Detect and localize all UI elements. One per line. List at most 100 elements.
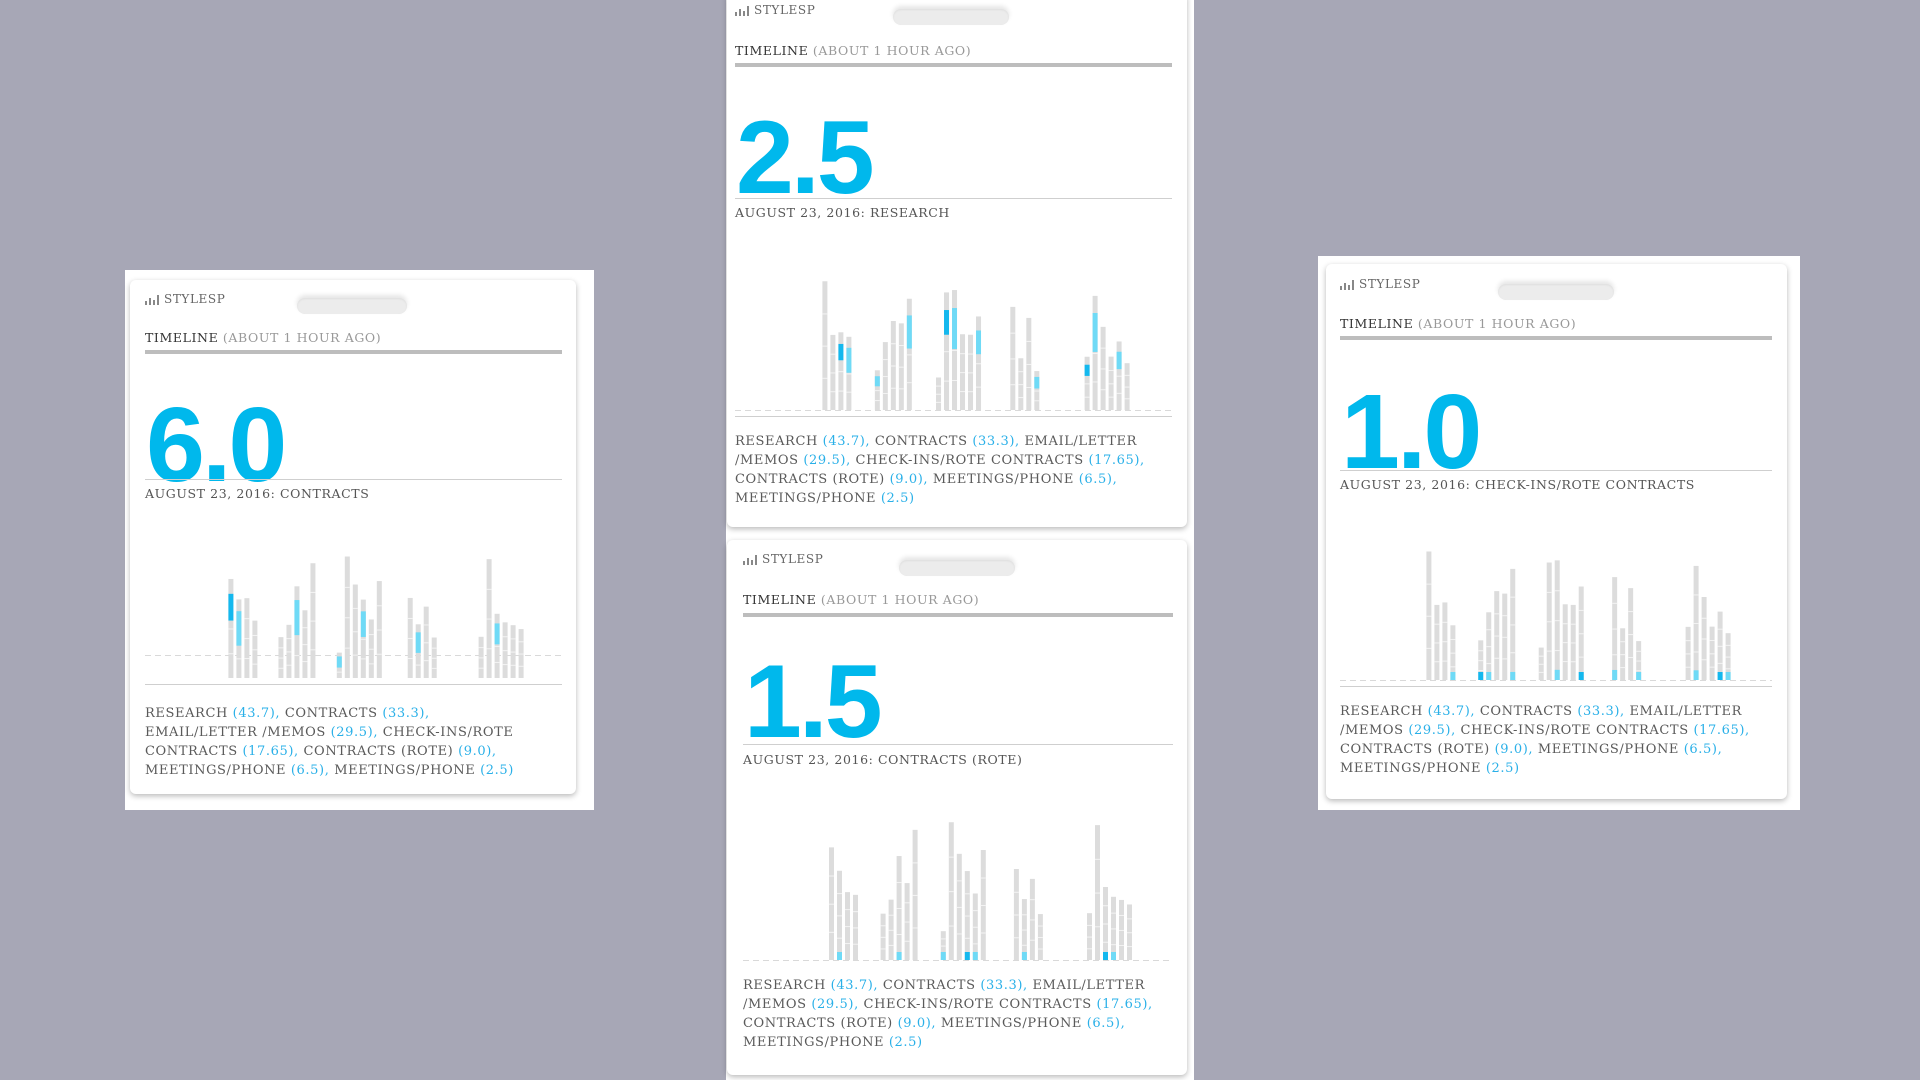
- bar-segment-gap: [278, 667, 284, 669]
- bar-segment-gap: [1620, 654, 1626, 656]
- legend-value: (6.5),: [290, 763, 330, 778]
- drag-handle[interactable]: [899, 560, 1015, 576]
- bar-segment-gap: [244, 658, 250, 660]
- bar-segment-gap: [1685, 653, 1691, 655]
- bar-segment-gap: [888, 944, 894, 946]
- drag-handle[interactable]: [1498, 284, 1614, 300]
- legend-category: EMAIL/LETTER /MEMOS: [145, 725, 331, 740]
- legend-value: (2.5): [480, 763, 514, 778]
- legend-value: (2.5): [888, 1035, 923, 1050]
- timeline-bar-highlight: [906, 315, 912, 349]
- bar-segment-gap: [1562, 661, 1568, 663]
- timeline-bar: [822, 281, 828, 410]
- bar-segment-gap: [236, 658, 242, 660]
- legend-category: MEETINGS/PHONE: [334, 763, 481, 778]
- bar-segment-gap: [882, 393, 888, 395]
- bar-segment-gap: [1442, 660, 1448, 662]
- brand: STYLESP: [743, 552, 823, 566]
- timeline-bar-highlight: [874, 376, 880, 387]
- bar-segment-gap: [896, 934, 902, 936]
- bar-chart-icon: [145, 294, 159, 305]
- date-label: AUGUST 23, 2016: CHECK-INS/ROTE CONTRACT…: [1340, 477, 1695, 492]
- bar-segment-gap: [510, 664, 516, 666]
- bar-segment-gap: [956, 880, 962, 882]
- bar-segment-gap: [968, 372, 974, 374]
- timeline-bar-highlight: [1693, 670, 1699, 680]
- bar-segment-gap: [1502, 615, 1508, 617]
- timeline-bar: [1100, 326, 1106, 410]
- legend-value: (33.3),: [972, 434, 1020, 449]
- bar-segment-gap: [1119, 929, 1124, 931]
- legend-category: CONTRACTS (ROTE): [1340, 742, 1495, 757]
- bar-segment-gap: [1725, 644, 1731, 646]
- bar-segment-gap: [1450, 652, 1456, 654]
- brand-label: STYLESP: [762, 552, 824, 566]
- legend-category: CONTRACTS: [874, 434, 973, 449]
- bar-segment-gap: [1108, 369, 1114, 371]
- timeline-bar: [829, 847, 834, 960]
- bar-segment-gap: [1124, 386, 1130, 388]
- bar-segment-gap: [1100, 389, 1106, 391]
- timeline-bar: [376, 581, 382, 678]
- bar-segment-gap: [880, 936, 886, 938]
- bar-segment-gap: [960, 353, 966, 355]
- bar-segment-gap: [486, 588, 492, 590]
- bar-segment-gap: [1578, 656, 1584, 658]
- bar-segment-gap: [1612, 602, 1618, 604]
- timeline-bar: [1103, 886, 1108, 960]
- timeline-bar-highlight: [837, 952, 842, 960]
- timeline-bar-highlight: [976, 330, 982, 355]
- bar-segment-gap: [1087, 948, 1092, 950]
- timeline-bar-highlight: [228, 593, 234, 621]
- bar-segment-gap: [980, 905, 986, 907]
- timeline-heading: TIMELINE (ABOUT 1 HOUR AGO): [735, 43, 971, 58]
- bar-segment-gap: [837, 937, 842, 939]
- bar-segment-gap: [1084, 396, 1090, 398]
- bar-segment-gap: [1127, 946, 1132, 948]
- bar-chart-icon: [735, 5, 749, 16]
- bar-segment-gap: [1578, 633, 1584, 635]
- bar-segment-gap: [344, 586, 350, 588]
- bar-segment-gap: [1450, 666, 1456, 668]
- bar-segment-gap: [880, 948, 886, 950]
- bar-segment-gap: [376, 605, 382, 607]
- bar-segment-gap: [286, 651, 292, 653]
- divider: [735, 198, 1172, 199]
- timeline-bar-highlight: [1554, 669, 1560, 680]
- divider: [145, 350, 562, 354]
- timeline-bar: [344, 556, 350, 678]
- bar-segment-gap: [294, 655, 300, 657]
- bar-segment-gap: [494, 645, 500, 647]
- bar-segment-gap: [890, 343, 896, 345]
- bar-segment-gap: [1510, 596, 1516, 598]
- bar-segment-gap: [344, 647, 350, 649]
- drag-handle[interactable]: [893, 9, 1009, 25]
- bar-segment-gap: [252, 634, 258, 636]
- timeline-bar-highlight: [1103, 952, 1108, 960]
- bar-segment-gap: [368, 663, 374, 665]
- big-value: 1.5: [744, 644, 883, 760]
- legend-value: (33.3),: [382, 706, 430, 721]
- bar-segment-gap: [1486, 646, 1492, 648]
- timeline-bar-highlight: [1486, 672, 1492, 680]
- drag-handle[interactable]: [297, 298, 407, 314]
- legend-category: CHECK-INS/ROTE CONTRACTS: [1460, 723, 1694, 738]
- widget-check-ins: STYLESP TIMELINE (ABOUT 1 HOUR AGO) 1.0 …: [1326, 264, 1787, 799]
- bar-segment-gap: [1111, 912, 1116, 914]
- bar-segment-gap: [1034, 390, 1040, 392]
- timeline-bar-highlight: [1725, 672, 1731, 680]
- bar-segment-gap: [948, 856, 954, 858]
- bar-segment-gap: [1538, 671, 1544, 673]
- bar-segment-gap: [1018, 384, 1024, 386]
- bar-segment-gap: [1037, 948, 1043, 950]
- timeline-label: TIMELINE: [145, 330, 219, 345]
- bar-segment-gap: [502, 664, 508, 666]
- legend-value: (17.65),: [242, 744, 299, 759]
- bar-segment-gap: [976, 386, 982, 388]
- timeline-bar: [368, 619, 374, 678]
- timeline-heading: TIMELINE (ABOUT 1 HOUR AGO): [743, 592, 979, 607]
- bar-segment-gap: [1538, 663, 1544, 665]
- bar-segment-gap: [1486, 629, 1492, 631]
- bar-segment-gap: [1693, 622, 1699, 624]
- bar-segment-gap: [1434, 623, 1440, 625]
